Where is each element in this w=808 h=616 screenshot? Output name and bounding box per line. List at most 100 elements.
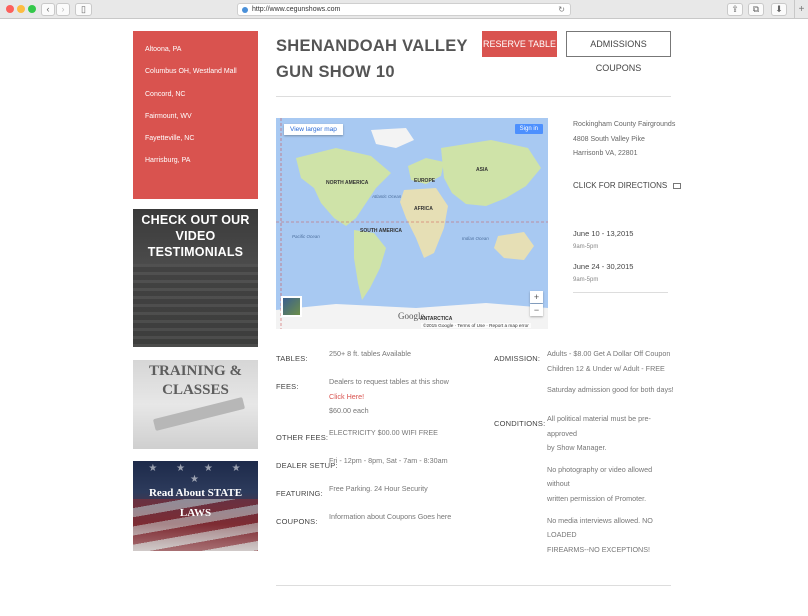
show-time: 9am-5pm	[573, 277, 599, 283]
city-link-fayetteville[interactable]: Fayetteville, NC	[133, 128, 258, 150]
coupons-label: COUPONS:	[276, 517, 318, 526]
fees-price: $60.00 each	[329, 406, 369, 416]
admissions-coupons-button[interactable]: ADMISSIONS COUPONS	[566, 31, 671, 73]
conditions-line: No media interviews allowed. NO	[547, 515, 653, 525]
page-title: SHENANDOAH VALLEY GUN SHOW 10	[276, 37, 468, 81]
browser-toolbar: ‹ › ▯ http://www.cegunshows.com ↻ ⇪ ⧉ ⬇ …	[0, 0, 808, 19]
venue-city: Harrisonb VA, 22801	[573, 150, 638, 157]
share-icon: ⇪	[731, 4, 739, 14]
training-classes-banner[interactable]: TRAINING & CLASSES	[133, 360, 258, 449]
map-label-atlantic: Atlantic Ocean	[372, 194, 402, 199]
map-attribution[interactable]: ©2015 Google · Terms of Use · Report a m…	[421, 323, 531, 328]
venue-name: Rockingham County Fairgrounds	[573, 121, 676, 128]
training-classes-text: TRAINING & CLASSES	[149, 363, 242, 398]
download-icon: ⬇	[775, 4, 783, 14]
map-sign-in-button[interactable]: Sign in	[514, 124, 543, 134]
url-text: http://www.cegunshows.com	[252, 6, 341, 13]
map-label-europe: EUROPE	[414, 178, 436, 184]
conditions-line: approved	[547, 428, 577, 438]
show-time: 9am-5pm	[573, 244, 599, 250]
conditions-line: All political material must be pre-	[547, 414, 651, 423]
sidebar-icon: ▯	[81, 4, 86, 14]
city-link-columbus[interactable]: Columbus OH, Westland Mall	[133, 61, 258, 83]
state-laws-text: Read About STATE LAWS	[148, 487, 243, 519]
map-label-south-america: SOUTH AMERICA	[360, 228, 403, 234]
conditions-line: LOADED	[547, 530, 577, 540]
conditions-line: FIREARMS--NO EXCEPTIONS!	[547, 544, 651, 554]
chevron-left-icon: ‹	[46, 4, 50, 14]
conditions-line: by Show Manager.	[547, 443, 607, 453]
directions-label: CLICK FOR DIRECTIONS	[573, 181, 668, 190]
map-icon	[673, 182, 682, 189]
conditions-line: without	[547, 479, 570, 489]
globe-icon	[242, 7, 248, 13]
zoom-in-button[interactable]: +	[530, 291, 543, 303]
map-label-pacific: Pacific Ocean	[292, 234, 320, 239]
admission-label: ADMISSION:	[494, 354, 541, 363]
back-button[interactable]: ‹	[41, 3, 55, 16]
tables-value: 250+ 8 ft. tables Available	[329, 349, 411, 358]
close-window-button[interactable]	[6, 5, 14, 13]
show-date: June 24 - 30,2015	[573, 262, 634, 271]
directions-link[interactable]: CLICK FOR DIRECTIONS	[573, 181, 682, 190]
video-testimonials-banner[interactable]: CHECK OUT OUR VIDEO TESTIMONIALS	[133, 209, 258, 347]
conditions-label: CONDITIONS:	[494, 419, 546, 428]
admission-line: Saturday admission good for both days!	[547, 385, 674, 395]
admission-line: Adults - $8.00 Get A Dollar Off Coupon	[547, 349, 671, 358]
conditions-value: All political material must be pre- appr…	[547, 412, 653, 557]
plus-icon: +	[798, 4, 805, 15]
city-link-altoona[interactable]: Altoona, PA	[133, 39, 258, 61]
tabs-icon: ⧉	[752, 4, 760, 14]
tabs-button[interactable]: ⧉	[748, 3, 764, 16]
venue-address: Rockingham County Fairgrounds 4808 South…	[573, 118, 675, 162]
featuring-value: Free Parking. 24 Hour Security	[329, 484, 428, 493]
fees-line: Dealers to request tables at this show	[329, 377, 449, 386]
reserve-table-button[interactable]: RESERVE TABLE	[482, 31, 557, 57]
tables-label: TABLES:	[276, 354, 308, 363]
zoom-out-button[interactable]: −	[530, 304, 543, 316]
address-bar[interactable]: http://www.cegunshows.com ↻	[237, 3, 571, 16]
other-fees-value: ELECTRICITY $00.00 WIFI FREE	[329, 428, 438, 437]
conditions-line: written permission of Promoter.	[547, 493, 647, 503]
venue-street: 4808 South Valley Pike	[573, 135, 645, 143]
city-link-fairmount[interactable]: Fairmount, WV	[133, 106, 258, 128]
city-list: Altoona, PA Columbus OH, Westland Mall C…	[133, 31, 258, 199]
city-link-concord[interactable]: Concord, NC	[133, 84, 258, 106]
embedded-map[interactable]: NORTH AMERICA SOUTH AMERICA EUROPE AFRIC…	[276, 118, 548, 329]
divider	[276, 585, 671, 586]
chevron-right-icon: ›	[61, 4, 65, 14]
minimize-window-button[interactable]	[17, 5, 25, 13]
divider	[276, 96, 671, 97]
fees-label: FEES:	[276, 382, 299, 391]
forward-button[interactable]: ›	[56, 3, 70, 16]
dealer-setup-value: Fri - 12pm - 8pm, Sat - 7am - 8:30am	[329, 456, 448, 465]
fees-click-here-link[interactable]: Click Here!	[329, 392, 364, 401]
rifle-image	[152, 397, 246, 431]
share-button[interactable]: ⇪	[727, 3, 743, 16]
coupons-value: Information about Coupons Goes here	[329, 512, 452, 521]
city-link-harrisburg[interactable]: Harrisburg, PA	[133, 150, 258, 172]
conditions-line: No photography or video allowed	[547, 464, 653, 474]
map-label-asia: ASIA	[476, 167, 488, 173]
other-fees-label: OTHER FEES:	[276, 433, 329, 442]
map-label-indian: Indian Ocean	[462, 236, 489, 241]
show-date: June 10 - 13,2015	[573, 229, 634, 238]
downloads-button[interactable]: ⬇	[771, 3, 787, 16]
map-label-north-america: NORTH AMERICA	[326, 180, 369, 186]
new-tab-button[interactable]: +	[794, 0, 808, 19]
reload-icon[interactable]: ↻	[558, 4, 565, 16]
crowd-image	[133, 264, 258, 347]
video-testimonials-text: CHECK OUT OUR VIDEO TESTIMONIALS	[141, 213, 250, 259]
satellite-toggle[interactable]	[281, 296, 302, 317]
sidebar-toggle-button[interactable]: ▯	[75, 3, 92, 16]
divider	[573, 292, 668, 293]
admission-line: Children 12 & Under w/ Adult - FREE	[547, 363, 665, 373]
fees-value: Dealers to request tables at this show C…	[329, 375, 449, 419]
zoom-window-button[interactable]	[28, 5, 36, 13]
admission-value: Adults - $8.00 Get A Dollar Off Coupon C…	[547, 347, 674, 398]
google-logo: Google	[398, 311, 425, 321]
featuring-label: FEATURING:	[276, 489, 323, 498]
map-label-antarctica: ANTARCTICA	[420, 316, 453, 322]
state-laws-banner[interactable]: ★ ★ ★ ★ ★ Read About STATE LAWS	[133, 461, 258, 551]
view-larger-map-link[interactable]: View larger map	[284, 124, 343, 135]
